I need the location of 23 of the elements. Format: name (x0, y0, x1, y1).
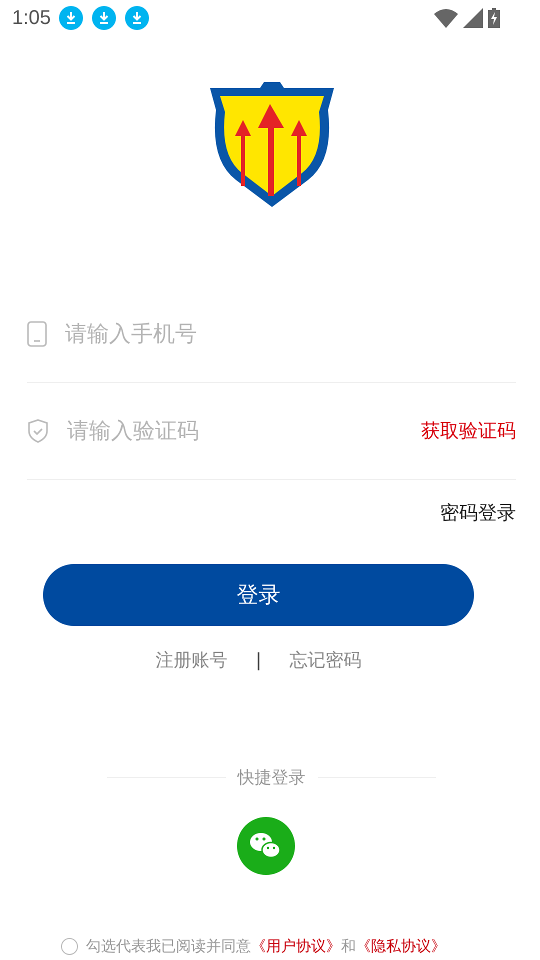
agreement-text: 勾选代表我已阅读并同意《用户协议》和《隐私协议》 (86, 937, 446, 956)
code-input[interactable]: 请输入验证码 (67, 418, 403, 444)
login-button[interactable]: 登录 (43, 564, 474, 626)
download-icon (124, 6, 149, 30)
account-link[interactable]: 忘记密码 (290, 648, 362, 672)
agreement-link[interactable]: 《隐私协议》 (356, 937, 446, 955)
agreement-link[interactable]: 《用户协议》 (251, 937, 341, 955)
get-code-button[interactable]: 获取验证码 (421, 418, 516, 444)
battery-icon (488, 8, 500, 28)
agree-checkbox[interactable] (61, 938, 78, 955)
download-icon (58, 6, 83, 30)
phone-icon (27, 321, 47, 347)
wifi-icon (434, 8, 458, 28)
signal-icon (463, 8, 483, 28)
chat-bubbles-icon[interactable] (237, 817, 295, 875)
status-time: 1:05 (12, 6, 51, 30)
quick-login-label: 快捷登录 (238, 767, 306, 789)
shield-check-icon (27, 419, 49, 443)
separator: | (255, 650, 262, 670)
account-link[interactable]: 注册账号 (155, 648, 228, 672)
phone-input[interactable]: 请输入手机号 (65, 322, 516, 346)
download-icon (92, 6, 116, 30)
password-login-link[interactable]: 密码登录 (440, 500, 516, 526)
